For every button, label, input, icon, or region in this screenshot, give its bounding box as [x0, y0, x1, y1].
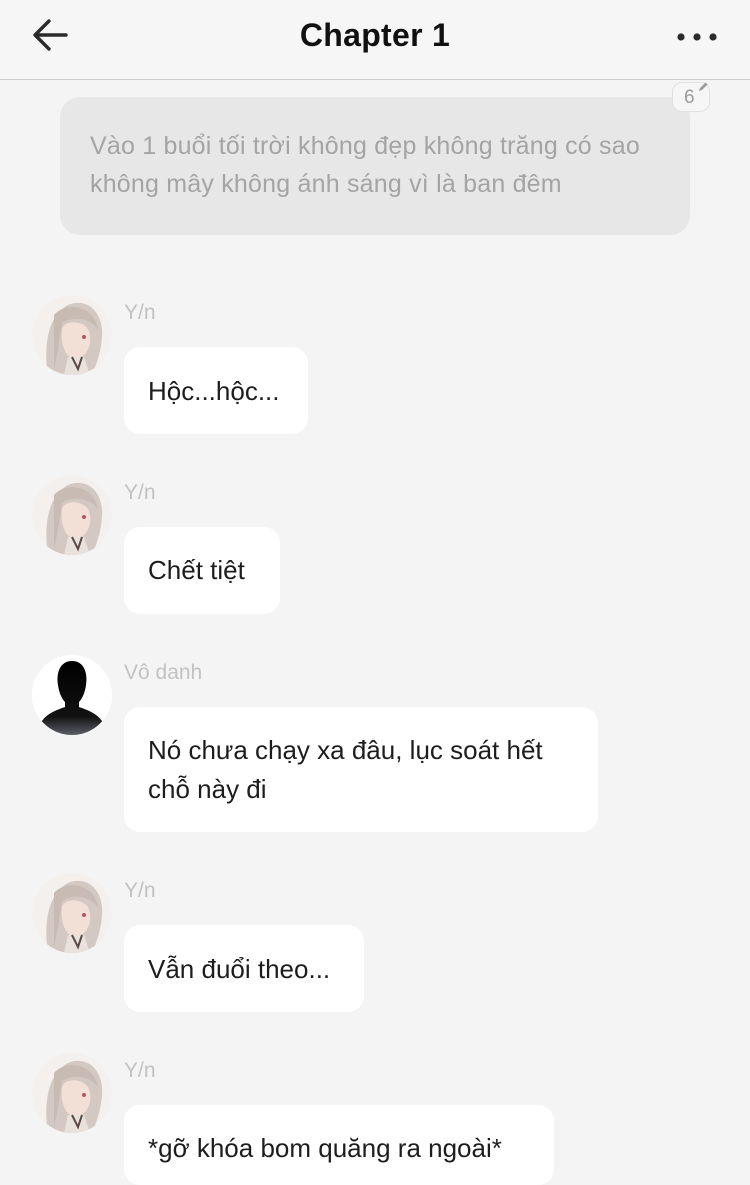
message-bubble[interactable]: Hộc...hộc...	[124, 347, 308, 434]
pencil-icon	[699, 82, 708, 91]
girl-avatar[interactable]	[32, 475, 112, 555]
sender-name: Y/n	[124, 1059, 156, 1082]
sender-name: Y/n	[124, 879, 156, 902]
girl-avatar[interactable]	[32, 873, 112, 953]
sender-name: Vô danh	[124, 661, 203, 684]
message-bubble[interactable]: Nó chưa chạy xa đâu, lục soát hết chỗ nà…	[124, 707, 598, 832]
message-bubble[interactable]: Vẫn đuổi theo...	[124, 925, 364, 1012]
narration-bubble[interactable]: Vào 1 buổi tối trời không đẹp không trăn…	[60, 97, 690, 235]
silhouette-avatar[interactable]	[32, 655, 112, 735]
girl-avatar[interactable]	[32, 295, 112, 375]
message-bubble[interactable]: *gỡ khóa bom quăng ra ngoài*	[124, 1105, 554, 1185]
top-bar: Chapter 1	[0, 0, 750, 80]
girl-avatar[interactable]	[32, 1053, 112, 1133]
sender-name: Y/n	[124, 301, 156, 324]
more-options-button[interactable]	[672, 22, 722, 52]
sender-name: Y/n	[124, 481, 156, 504]
comment-count-badge[interactable]: 6	[672, 82, 710, 112]
page-title: Chapter 1	[299, 17, 451, 53]
message-bubble[interactable]: Chết tiệt	[124, 527, 280, 614]
comment-count: 6	[684, 87, 695, 108]
chat-story-screen: Chapter 1 Vào 1 buổi tối trời không đẹp …	[0, 0, 750, 1185]
more-horizontal-icon	[677, 33, 717, 41]
